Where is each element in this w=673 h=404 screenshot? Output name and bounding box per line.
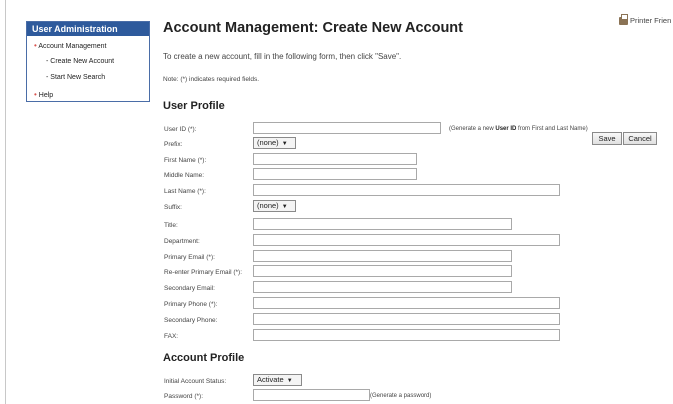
- hint-text: (Generate a new: [449, 126, 496, 132]
- secondary-email-label: Secondary Email:: [164, 285, 215, 292]
- prefix-value: (none): [257, 138, 279, 147]
- account-status-select[interactable]: Activate ▼: [253, 374, 302, 386]
- user-id-input[interactable]: [253, 122, 441, 134]
- title-label: Title:: [164, 222, 178, 229]
- fax-label: FAX:: [164, 333, 179, 340]
- first-name-label: First Name (*):: [164, 157, 207, 164]
- account-status-label: Initial Account Status:: [164, 378, 227, 385]
- prefix-select[interactable]: (none) ▼: [253, 137, 296, 149]
- first-name-input[interactable]: [253, 153, 417, 165]
- last-name-input[interactable]: [253, 184, 560, 196]
- sidebar-item-label: Help: [38, 92, 54, 99]
- required-note: Note: (*) indicates required fields.: [163, 76, 260, 83]
- primary-phone-input[interactable]: [253, 297, 560, 309]
- user-profile-heading: User Profile: [163, 100, 225, 112]
- sidebar-title: User Administration: [27, 22, 149, 36]
- primary-email-label: Primary Email (*):: [164, 254, 215, 261]
- printer-friendly-link[interactable]: Printer Frien: [619, 14, 672, 26]
- sidebar-item-help[interactable]: • Help: [34, 90, 53, 99]
- secondary-phone-input[interactable]: [253, 313, 560, 325]
- sidebar-item-create-new-account[interactable]: - Create New Account: [46, 58, 114, 65]
- printer-icon: [619, 14, 628, 26]
- sidebar-item-start-new-search[interactable]: - Start New Search: [46, 74, 105, 81]
- reenter-email-input[interactable]: [253, 265, 512, 277]
- sidebar-item-account-management[interactable]: • Account Management: [34, 41, 106, 50]
- generate-password-link[interactable]: (Generate a password): [370, 393, 431, 399]
- suffix-value: (none): [257, 201, 279, 210]
- secondary-email-input[interactable]: [253, 281, 512, 293]
- generate-user-id-link[interactable]: (Generate a new User ID from First and L…: [449, 126, 588, 132]
- cancel-button[interactable]: Cancel: [623, 132, 657, 145]
- account-status-value: Activate: [257, 375, 284, 384]
- suffix-label: Suffix:: [164, 204, 182, 211]
- user-id-label: User ID (*):: [164, 126, 197, 133]
- middle-name-label: Middle Name:: [164, 172, 205, 179]
- dropdown-arrow-icon: ▼: [281, 141, 288, 147]
- printer-label: Printer Frien: [630, 16, 672, 25]
- department-label: Department:: [164, 238, 200, 245]
- reenter-email-label: Re-enter Primary Email (*):: [164, 269, 243, 276]
- department-input[interactable]: [253, 234, 560, 246]
- sidebar-item-label: Account Management: [38, 43, 107, 50]
- bullet-icon: •: [34, 90, 37, 99]
- left-divider: [5, 0, 6, 404]
- title-input[interactable]: [253, 218, 512, 230]
- intro-text: To create a new account, fill in the fol…: [163, 52, 402, 61]
- prefix-label: Prefix:: [164, 141, 183, 148]
- sidebar: User Administration • Account Management…: [26, 21, 150, 102]
- dropdown-arrow-icon: ▼: [281, 204, 288, 210]
- hint-bold: User ID: [495, 126, 517, 132]
- password-input[interactable]: [253, 389, 370, 401]
- secondary-phone-label: Secondary Phone:: [164, 317, 218, 324]
- primary-phone-label: Primary Phone (*):: [164, 301, 218, 308]
- fax-input[interactable]: [253, 329, 560, 341]
- primary-email-input[interactable]: [253, 250, 512, 262]
- hint-text: from First and Last Name): [516, 126, 588, 132]
- suffix-select[interactable]: (none) ▼: [253, 200, 296, 212]
- bullet-icon: •: [34, 41, 37, 50]
- password-label: Password (*):: [164, 393, 204, 400]
- save-button[interactable]: Save: [592, 132, 622, 145]
- account-profile-heading: Account Profile: [163, 352, 245, 364]
- page-title: Account Management: Create New Account: [163, 20, 463, 36]
- last-name-label: Last Name (*):: [164, 188, 206, 195]
- middle-name-input[interactable]: [253, 168, 417, 180]
- dropdown-arrow-icon: ▼: [286, 378, 293, 384]
